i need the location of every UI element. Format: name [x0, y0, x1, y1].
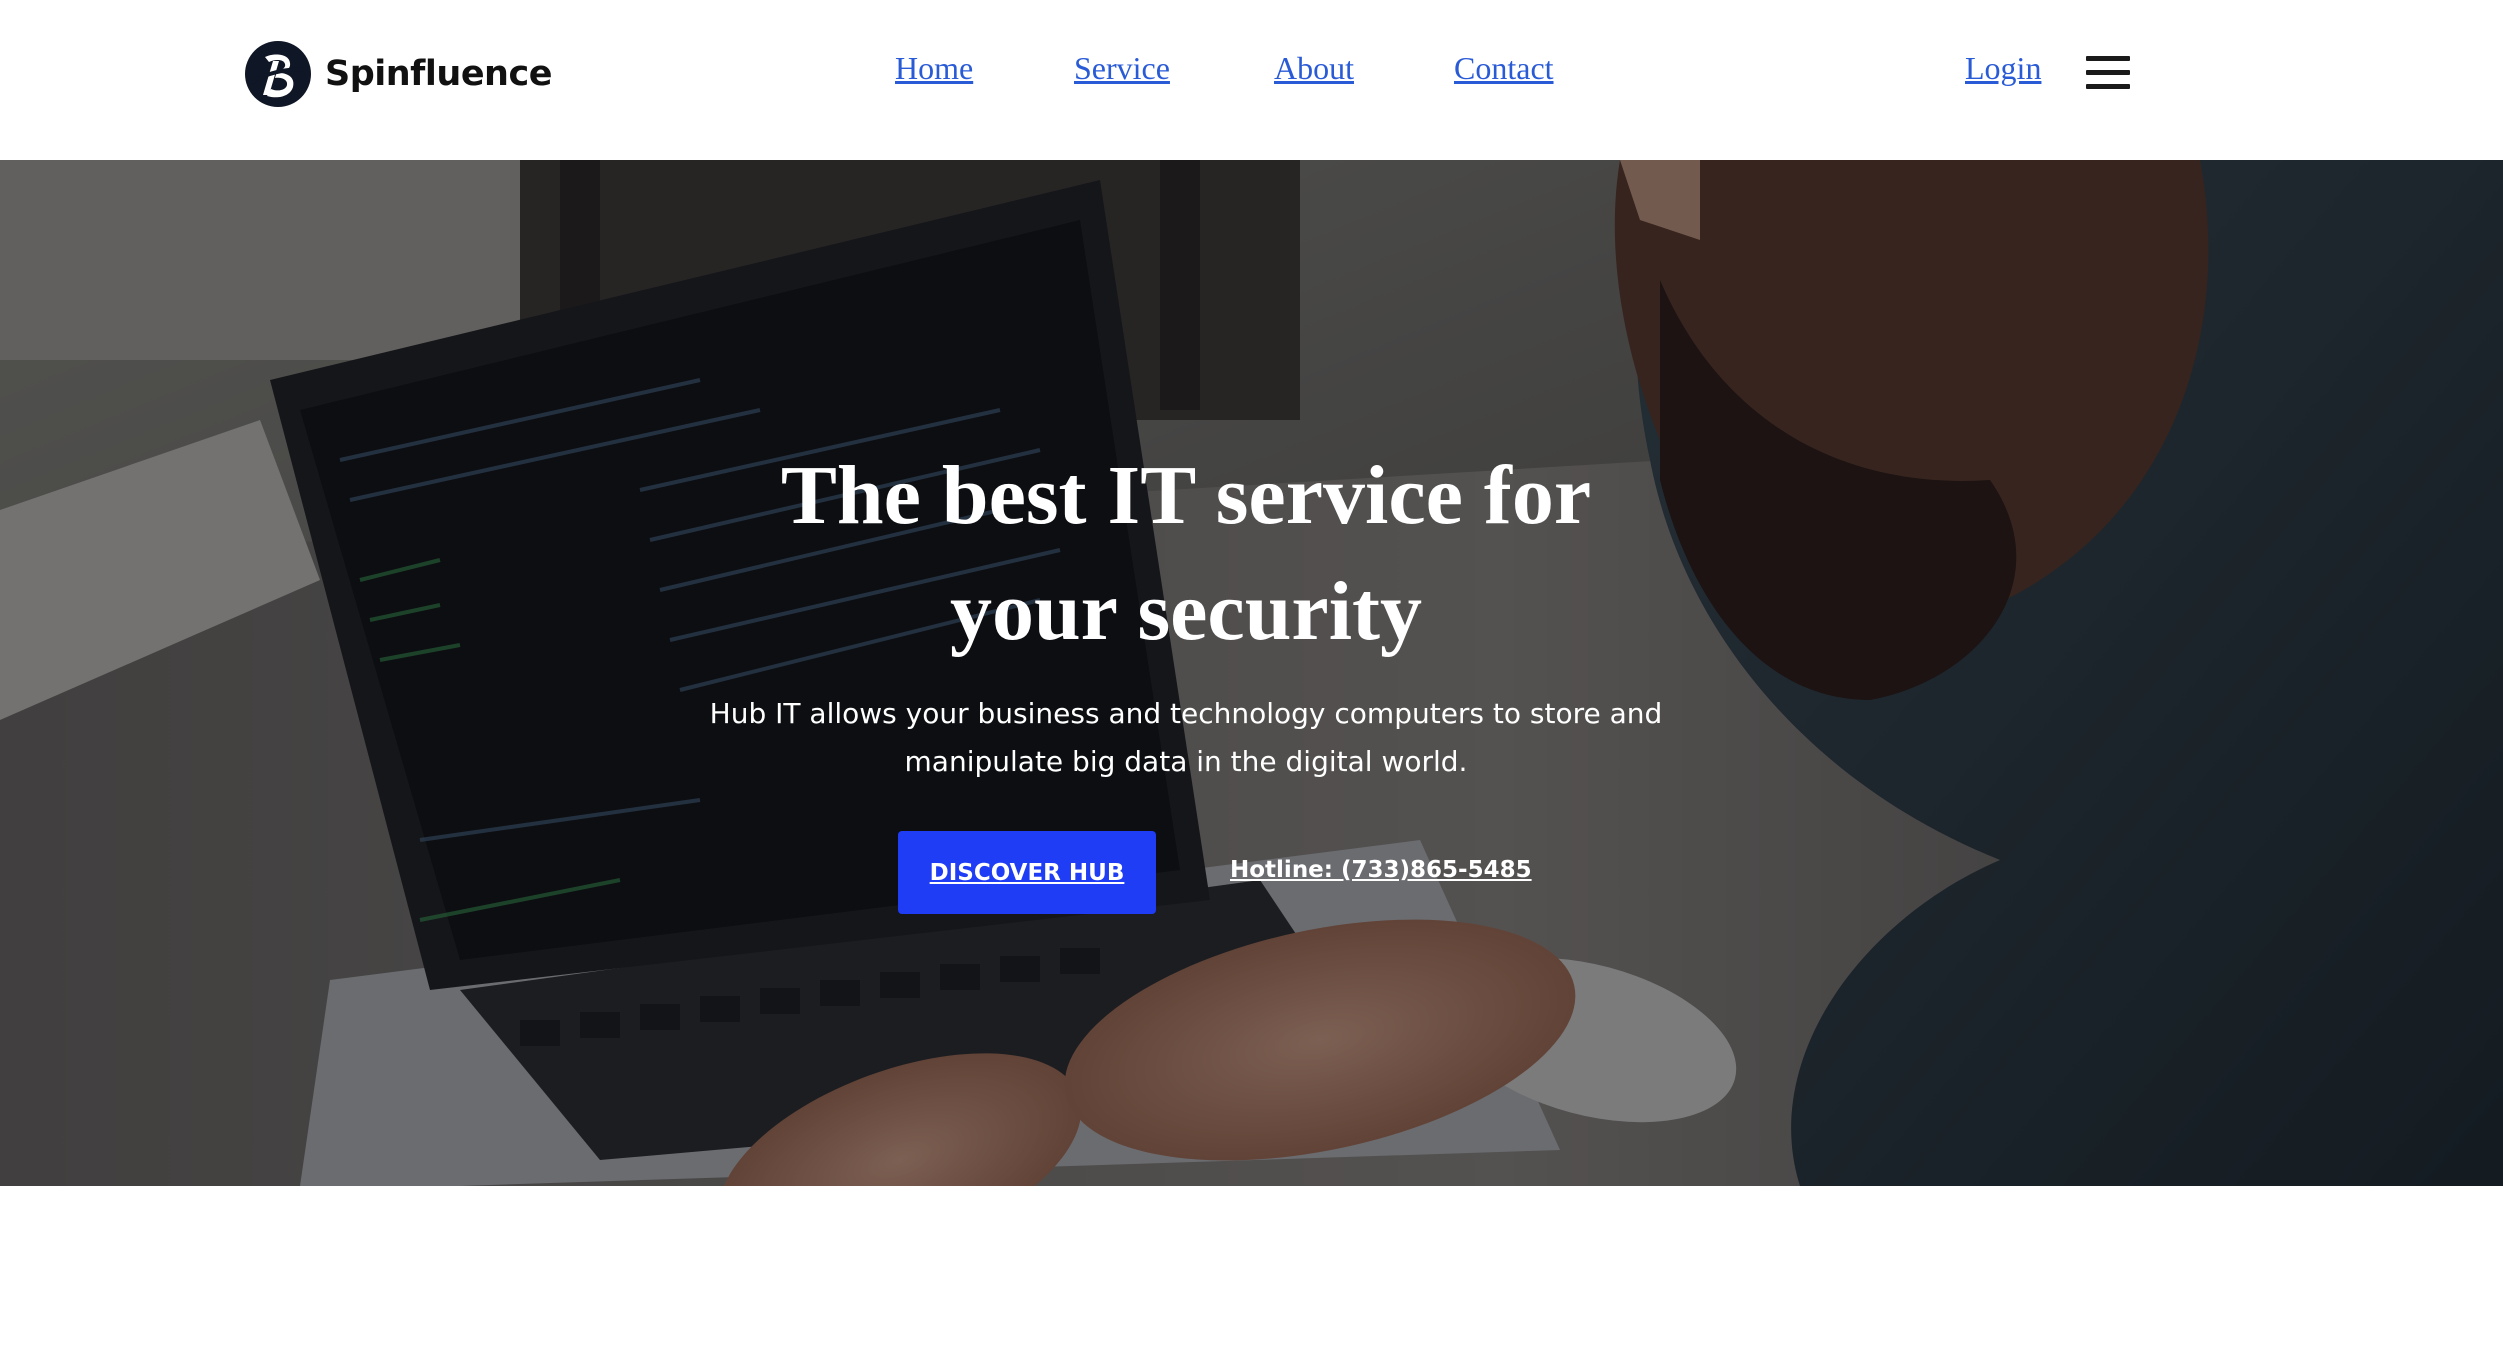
hero-title-line: your security	[949, 565, 1423, 658]
nav-link-about[interactable]: About	[1274, 50, 1354, 87]
site-header: Spinfluence Home Service About Contact L…	[0, 0, 2503, 160]
nav-link-service[interactable]: Service	[1074, 50, 1170, 87]
brand-logo-link[interactable]: Spinfluence	[243, 38, 552, 110]
hero-title-line: The best IT service for	[780, 449, 1592, 542]
hero-subtitle-line: Hub IT allows your business and technolo…	[709, 697, 1663, 730]
login-link[interactable]: Login	[1965, 50, 2041, 87]
brand-name: Spinfluence	[325, 54, 552, 94]
spinfluence-logo-icon	[245, 41, 311, 107]
hero-subtitle: Hub IT allows your business and technolo…	[0, 690, 2372, 786]
hero-subtitle-line: manipulate big data in the digital world…	[904, 745, 1468, 778]
menu-bar	[2086, 56, 2130, 61]
hotline-link[interactable]: Hotline: (733)865-5485	[1230, 857, 1532, 883]
menu-bar	[2086, 70, 2130, 75]
hero-title: The best IT service for your security	[0, 438, 2372, 670]
hero-dark-overlay	[0, 160, 2503, 1186]
discover-hub-button[interactable]: DISCOVER HUB	[898, 831, 1156, 914]
hero-section: The best IT service for your security Hu…	[0, 160, 2503, 1186]
nav-link-contact[interactable]: Contact	[1454, 50, 1554, 87]
hamburger-menu-icon[interactable]	[2086, 53, 2130, 93]
nav-link-home[interactable]: Home	[895, 50, 973, 87]
menu-bar	[2086, 84, 2130, 89]
